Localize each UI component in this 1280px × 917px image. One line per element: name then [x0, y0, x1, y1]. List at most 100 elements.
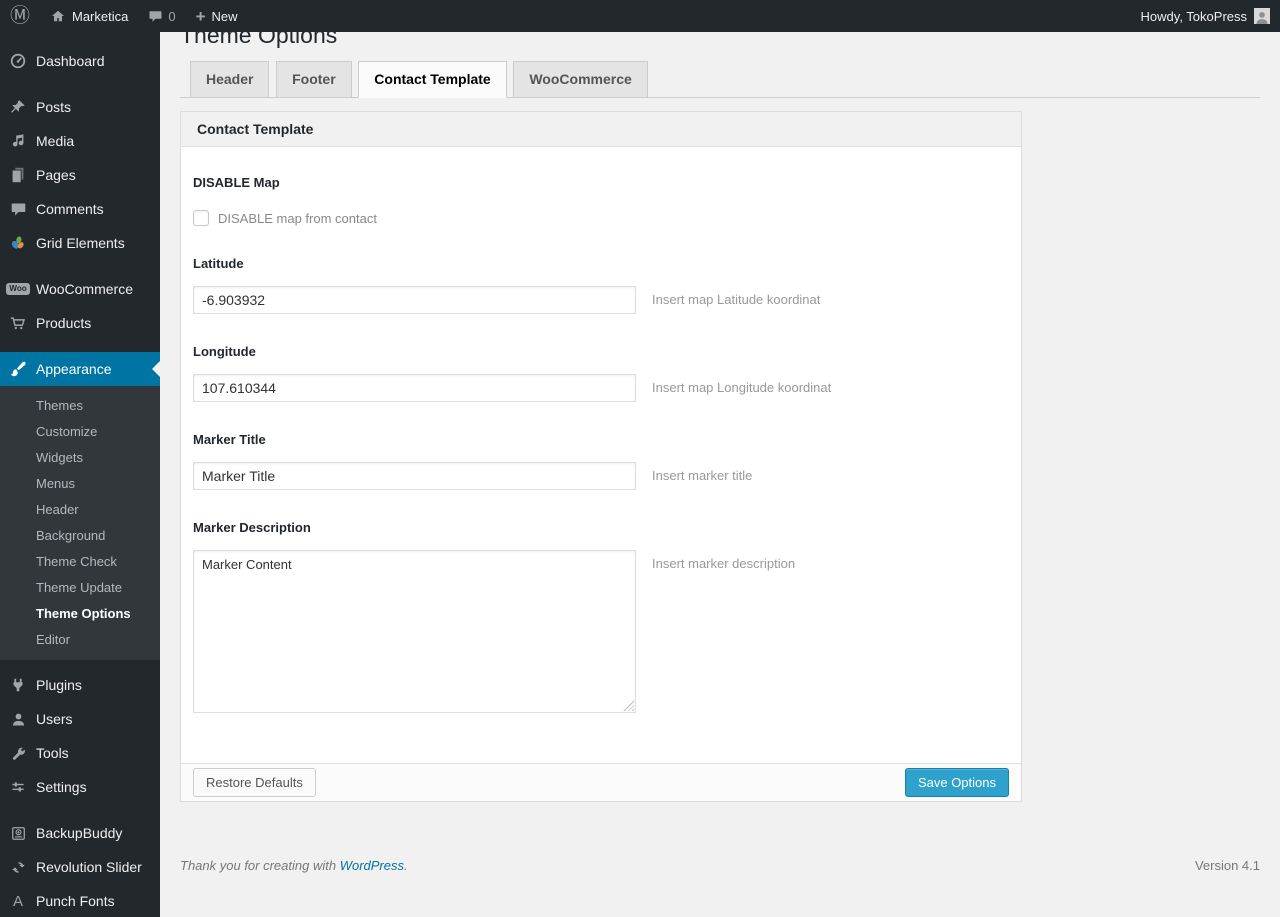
footer-thanks-text: Thank you for creating with	[180, 858, 337, 873]
tab-woocommerce[interactable]: WooCommerce	[513, 61, 648, 98]
footer-thanks: Thank you for creating with WordPress.	[180, 858, 408, 873]
wordpress-logo-icon: Ⓜ	[10, 5, 30, 27]
settings-icon	[8, 777, 28, 797]
submenu-item-background[interactable]: Background	[0, 523, 160, 549]
latitude-label: Latitude	[193, 256, 244, 271]
submenu-item-theme-options[interactable]: Theme Options	[0, 601, 160, 627]
appearance-icon	[8, 359, 28, 379]
menu-separator	[0, 340, 160, 352]
comment-count: 0	[168, 8, 176, 24]
submenu-item-themes[interactable]: Themes	[0, 393, 160, 419]
panel-title: Contact Template	[181, 112, 1021, 147]
tab-header[interactable]: Header	[190, 61, 270, 98]
sidebar-item-label: WooCommerce	[36, 281, 133, 297]
punch-fonts-icon: A	[12, 892, 23, 910]
sidebar-item-label: Plugins	[36, 677, 82, 693]
sidebar-item-label: Tools	[36, 745, 69, 761]
pages-icon	[8, 165, 28, 185]
marker-description-textarea[interactable]: Marker Content	[193, 550, 636, 713]
sidebar-item-users[interactable]: Users	[0, 702, 160, 736]
sidebar-item-settings[interactable]: Settings	[0, 770, 160, 804]
wordpress-link[interactable]: WordPress	[340, 858, 404, 873]
sidebar-item-media[interactable]: Media	[0, 124, 160, 158]
disable-map-checkbox[interactable]	[193, 210, 209, 226]
sidebar-item-label: Grid Elements	[36, 235, 125, 251]
latitude-hint: Insert map Latitude koordinat	[652, 292, 821, 307]
sidebar-item-label: Users	[36, 711, 73, 727]
sidebar-item-label: BackupBuddy	[36, 825, 123, 841]
panel-body: DISABLE Map DISABLE map from contact Lat…	[181, 175, 1021, 763]
sidebar-item-pages[interactable]: Pages	[0, 158, 160, 192]
pin-icon	[8, 97, 28, 117]
submenu-item-theme-check[interactable]: Theme Check	[0, 549, 160, 575]
comment-bubble-icon	[148, 9, 163, 24]
sidebar-item-appearance[interactable]: Appearance	[0, 352, 160, 386]
submenu-item-menus[interactable]: Menus	[0, 471, 160, 497]
sidebar-item-plugins[interactable]: Plugins	[0, 668, 160, 702]
marker-title-label: Marker Title	[193, 432, 266, 447]
marker-description-row: Marker Content Insert marker description	[193, 550, 1009, 713]
sidebar-item-grid-elements[interactable]: Grid Elements	[0, 226, 160, 260]
panel-footer: Restore Defaults Save Options	[181, 763, 1021, 801]
longitude-hint: Insert map Longitude koordinat	[652, 380, 832, 395]
restore-defaults-button[interactable]: Restore Defaults	[193, 768, 316, 797]
avatar	[1254, 8, 1270, 24]
sidebar-item-label: Dashboard	[36, 53, 105, 69]
tab-contact-template[interactable]: Contact Template	[358, 61, 507, 98]
submenu-item-editor[interactable]: Editor	[0, 627, 160, 653]
marker-title-hint: Insert marker title	[652, 468, 753, 483]
appearance-submenu: Themes Customize Widgets Menus Header Ba…	[0, 386, 160, 660]
sidebar-item-backupbuddy[interactable]: BackupBuddy	[0, 816, 160, 850]
latitude-row: Insert map Latitude koordinat	[193, 286, 1009, 314]
marker-description-hint: Insert marker description	[652, 556, 796, 571]
dashboard-icon	[8, 51, 28, 71]
plus-icon: +	[195, 6, 206, 26]
submenu-item-widgets[interactable]: Widgets	[0, 445, 160, 471]
admin-bar: Ⓜ Marketica 0 + New Howdy, TokoPress	[0, 0, 1280, 32]
submenu-item-customize[interactable]: Customize	[0, 419, 160, 445]
new-label: New	[211, 8, 238, 24]
longitude-input[interactable]	[193, 374, 636, 402]
main-content: Theme Options Header Footer Contact Temp…	[160, 0, 1280, 893]
menu-separator	[0, 804, 160, 816]
sidebar-item-label: Comments	[36, 201, 104, 217]
sidebar-item-tools[interactable]: Tools	[0, 736, 160, 770]
sidebar-item-label: Settings	[36, 779, 87, 795]
home-icon	[50, 8, 66, 24]
sidebar-item-products[interactable]: Products	[0, 306, 160, 340]
marker-description-label: Marker Description	[193, 520, 311, 535]
users-icon	[8, 709, 28, 729]
tab-footer[interactable]: Footer	[276, 61, 352, 98]
sidebar-item-woocommerce[interactable]: Woo WooCommerce	[0, 272, 160, 306]
longitude-row: Insert map Longitude koordinat	[193, 374, 1009, 402]
sidebar-item-comments[interactable]: Comments	[0, 192, 160, 226]
sidebar-item-posts[interactable]: Posts	[0, 90, 160, 124]
sidebar-item-label: Pages	[36, 167, 76, 183]
marker-description-wrap: Marker Content	[193, 550, 636, 713]
new-menu[interactable]: + New	[186, 0, 248, 32]
tools-icon	[8, 743, 28, 763]
page-footer: Thank you for creating with WordPress. V…	[180, 858, 1260, 893]
submenu-item-theme-update[interactable]: Theme Update	[0, 575, 160, 601]
sidebar-item-label: Punch Fonts	[36, 893, 115, 909]
menu-separator	[0, 260, 160, 272]
sidebar-item-label: Revolution Slider	[36, 859, 142, 875]
woocommerce-icon: Woo	[6, 279, 30, 299]
grid-elements-icon	[8, 233, 28, 253]
footer-period: .	[404, 858, 408, 873]
tabs-bar: Header Footer Contact Template WooCommer…	[180, 61, 1260, 98]
howdy-account-menu[interactable]: Howdy, TokoPress	[1125, 0, 1280, 32]
sidebar-item-dashboard[interactable]: Dashboard	[0, 44, 160, 78]
comments-menu[interactable]: 0	[138, 0, 185, 32]
sidebar-item-label: Appearance	[36, 361, 112, 377]
save-options-button[interactable]: Save Options	[904, 768, 1009, 797]
latitude-input[interactable]	[193, 286, 636, 314]
marker-title-row: Insert marker title	[193, 462, 1009, 490]
submenu-item-header[interactable]: Header	[0, 497, 160, 523]
site-name-menu[interactable]: Marketica	[40, 0, 138, 32]
sidebar-item-revolution-slider[interactable]: Revolution Slider	[0, 850, 160, 884]
sidebar-item-punch-fonts[interactable]: A Punch Fonts	[0, 884, 160, 917]
comments-icon	[8, 199, 28, 219]
wordpress-logo-menu[interactable]: Ⓜ	[0, 0, 40, 32]
marker-title-input[interactable]	[193, 462, 636, 490]
